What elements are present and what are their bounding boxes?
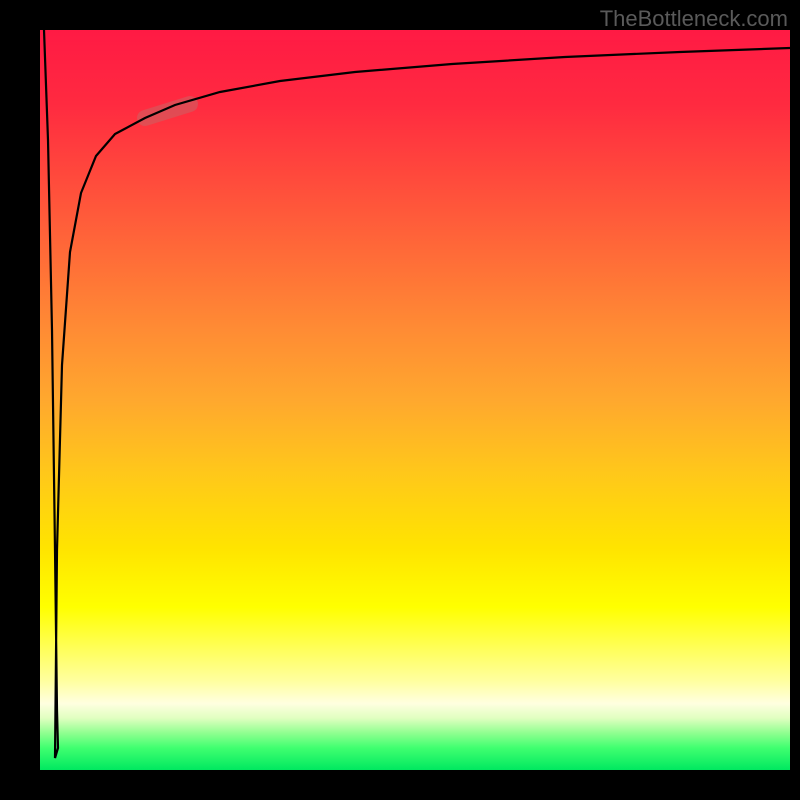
plot-area: [40, 30, 790, 770]
watermark-text: TheBottleneck.com: [600, 6, 788, 32]
bottleneck-curve: [44, 30, 790, 758]
curve-svg: [40, 30, 790, 770]
